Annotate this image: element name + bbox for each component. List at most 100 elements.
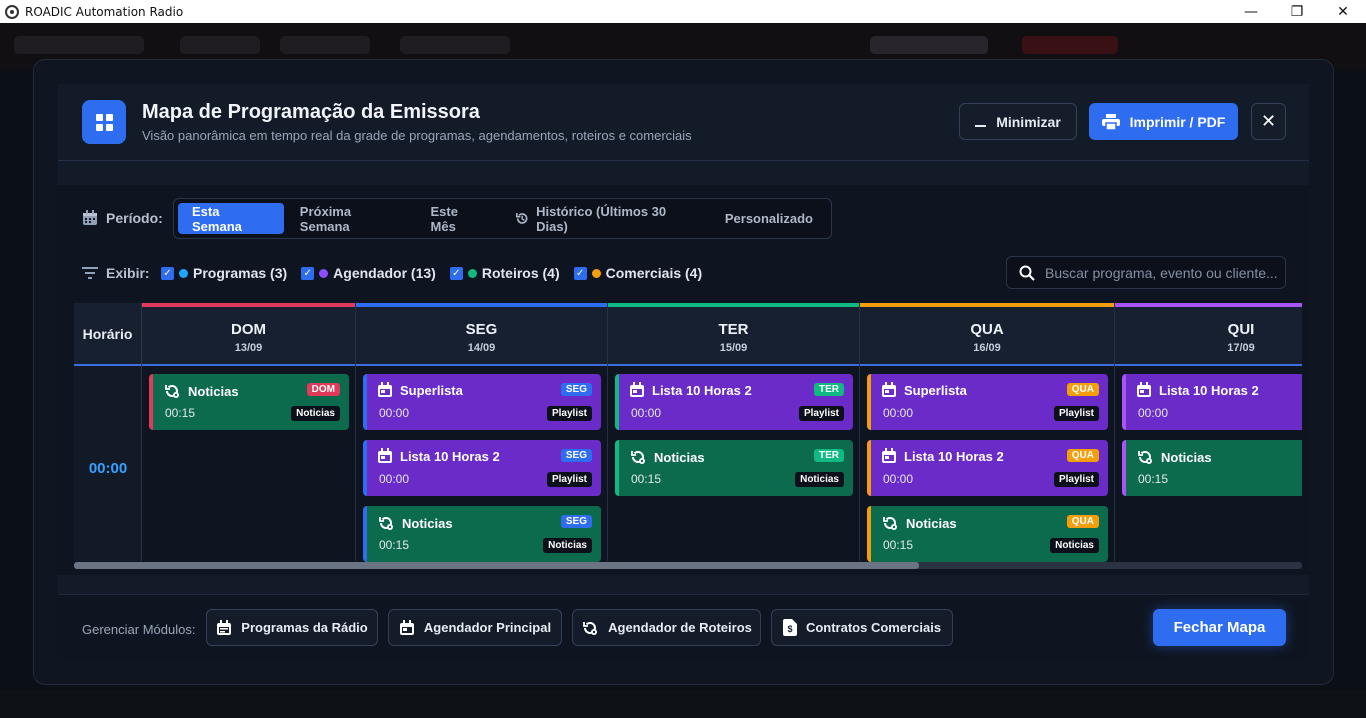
window-minimize-button[interactable]: — <box>1228 0 1274 23</box>
event-card[interactable]: Lista 10 Horas 2 SEG 00:00 Playlist <box>363 440 601 496</box>
checkbox-comerciais[interactable]: ✓ Comerciais (4) <box>573 265 702 281</box>
event-name: Lista 10 Horas 2 <box>904 448 1004 464</box>
event-type-badge: Playlist <box>1053 472 1099 487</box>
horizontal-scrollbar[interactable] <box>74 562 1302 569</box>
page-title: Mapa de Programação da Emissora <box>142 101 480 123</box>
app-logo-icon <box>5 4 19 19</box>
event-day-badge: QUA <box>1066 449 1099 462</box>
scheduler-module-button[interactable]: Agendador Principal <box>388 609 562 646</box>
day-name: QUA <box>970 321 1004 338</box>
window-maximize-button[interactable]: ❐ <box>1274 0 1320 23</box>
programming-map-modal: Mapa de Programação da Emissora Visão pa… <box>33 59 1334 685</box>
horizontal-scrollbar-thumb[interactable] <box>74 562 919 569</box>
event-type-badge: Playlist <box>1053 406 1099 421</box>
event-card[interactable]: Lista 10 Horas 2 QUA 00:00 Playlist <box>867 440 1108 496</box>
svg-text:$: $ <box>787 624 792 634</box>
day-date: 15/09 <box>719 342 748 354</box>
background-logo <box>14 36 144 54</box>
event-name: Lista 10 Horas 2 <box>652 382 752 398</box>
calendar-icon <box>378 448 392 463</box>
roteiro-icon <box>165 384 179 398</box>
background-search <box>870 36 988 54</box>
checkbox-checked-icon: ✓ <box>161 266 174 280</box>
schedule-grid[interactable]: Horário 00:00 DOM 13/09 Noticias DOM 00:… <box>74 303 1302 570</box>
period-filter-label: Período: <box>82 210 163 226</box>
event-day-badge: QUA <box>1066 383 1099 396</box>
day-column-seg: SEG 14/09 Superlista SEG 00:00 Playlist … <box>356 303 608 562</box>
module-label: Contratos Comerciais <box>805 620 942 635</box>
event-name: Superlista <box>904 382 967 398</box>
category-filters: ✓ Programas (3) ✓ Agendador (13) ✓ Rotei… <box>161 265 702 281</box>
day-date: 17/09 <box>1227 342 1255 354</box>
search-input[interactable] <box>1045 264 1280 281</box>
event-card[interactable]: Noticias SEG 00:15 Noticias <box>363 506 601 562</box>
event-name: Noticias <box>654 449 705 465</box>
event-card[interactable]: Noticias QUA 00:15 Noticias <box>867 506 1108 562</box>
window-close-button[interactable]: ✕ <box>1320 0 1366 23</box>
roteiro-icon <box>1138 450 1152 464</box>
script-scheduler-module-button[interactable]: Agendador de Roteiros <box>572 609 761 646</box>
checkbox-checked-icon: ✓ <box>573 266 587 280</box>
event-type-badge: Noticias <box>543 538 592 553</box>
event-card[interactable]: Superlista SEG 00:00 Playlist <box>363 374 601 430</box>
close-modal-button[interactable]: ✕ <box>1251 103 1286 140</box>
checkbox-agendador[interactable]: ✓ Agendador (13) <box>301 265 436 281</box>
event-name: Lista 10 Horas 2 <box>1159 382 1259 398</box>
page-subtitle: Visão panorâmica em tempo real da grade … <box>142 128 692 143</box>
day-column-qui: QUI 17/09 Lista 10 Horas 2 00:00 Noticia… <box>1115 303 1302 561</box>
checkbox-agendador-label: Agendador (13) <box>333 265 436 281</box>
event-time: 00:15 <box>165 406 196 420</box>
checkbox-programas[interactable]: ✓ Programas (3) <box>161 265 287 281</box>
time-column-header: Horário <box>74 303 141 366</box>
background-menu-item <box>180 36 260 54</box>
event-card[interactable]: Noticias 00:15 <box>1122 440 1302 496</box>
event-type-badge: Playlist <box>546 472 592 487</box>
event-name: Noticias <box>402 515 453 531</box>
grid-icon <box>82 100 126 144</box>
event-day-badge: SEG <box>560 449 592 462</box>
calendar-icon <box>378 382 392 397</box>
programs-module-button[interactable]: Programas da Rádio <box>206 609 378 646</box>
window-controls: — ❐ ✕ <box>1228 0 1366 23</box>
contracts-module-button[interactable]: $ Contratos Comerciais <box>771 609 953 646</box>
minimize-button[interactable]: Minimizar <box>959 103 1077 140</box>
close-map-button[interactable]: Fechar Mapa <box>1153 609 1286 646</box>
modal-footer: Gerenciar Módulos: Programas da Rádio Ag… <box>58 594 1309 660</box>
print-pdf-button[interactable]: Imprimir / PDF <box>1089 103 1238 140</box>
roteiro-icon <box>379 516 393 530</box>
calendar-icon <box>882 382 896 397</box>
day-header: SEG 14/09 <box>356 303 607 366</box>
event-day-badge: TER <box>814 383 844 396</box>
time-slot-label: 00:00 <box>88 460 128 477</box>
event-card[interactable]: Lista 10 Horas 2 TER 00:00 Playlist <box>615 374 853 430</box>
day-column-dom: DOM 13/09 Noticias DOM 00:15 Noticias <box>142 303 356 561</box>
event-type-badge: Noticias <box>291 406 340 421</box>
event-card[interactable]: Noticias DOM 00:15 Noticias <box>149 374 349 430</box>
day-date: 16/09 <box>973 342 1001 354</box>
background-status-bar <box>0 690 1366 718</box>
period-history[interactable]: Histórico (Últimos 30 Dias) <box>501 203 709 234</box>
period-this-month[interactable]: Este Mês <box>417 203 499 234</box>
printer-icon <box>1101 113 1120 130</box>
time-column: Horário 00:00 <box>74 303 142 561</box>
day-column-qua: QUA 16/09 Superlista QUA 00:00 Playlist … <box>860 303 1115 562</box>
checkbox-roteiros[interactable]: ✓ Roteiros (4) <box>449 265 560 281</box>
period-this-week[interactable]: Esta Semana <box>178 203 284 234</box>
window-titlebar: ROADIC Automation Radio — ❐ ✕ <box>0 0 1366 23</box>
event-card[interactable]: Noticias TER 00:15 Noticias <box>615 440 853 496</box>
module-label: Agendador Principal <box>423 620 552 635</box>
event-day-badge: SEG <box>560 515 592 528</box>
event-card[interactable]: Superlista QUA 00:00 Playlist <box>867 374 1108 430</box>
period-history-label: Histórico (Últimos 30 Dias) <box>536 203 667 234</box>
event-card[interactable]: Lista 10 Horas 2 00:00 <box>1122 374 1302 430</box>
checkbox-programas-label: Programas (3) <box>193 265 288 281</box>
event-name: Lista 10 Horas 2 <box>400 448 500 464</box>
checkbox-checked-icon: ✓ <box>449 266 463 280</box>
event-name: Noticias <box>1161 449 1212 465</box>
day-header: DOM 13/09 <box>142 303 355 366</box>
event-type-badge: Playlist <box>798 406 844 421</box>
search-box <box>1006 256 1286 289</box>
period-custom[interactable]: Personalizado <box>711 203 827 234</box>
day-header: QUA 16/09 <box>860 303 1114 366</box>
period-next-week[interactable]: Próxima Semana <box>286 203 415 234</box>
